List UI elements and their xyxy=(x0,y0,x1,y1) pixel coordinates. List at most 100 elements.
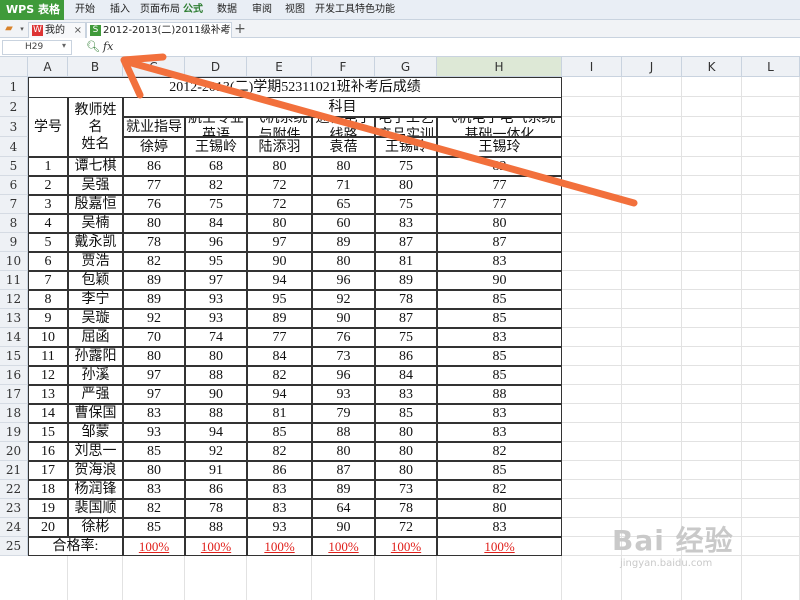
score-cell[interactable]: 80 xyxy=(375,461,437,480)
subject-name-cell[interactable]: 航空专业英语 xyxy=(185,117,247,137)
score-cell[interactable]: 83 xyxy=(437,518,562,537)
student-no-cell[interactable]: 12 xyxy=(28,366,68,385)
score-cell[interactable]: 83 xyxy=(123,480,185,499)
new-tab-button[interactable]: + xyxy=(234,20,246,38)
score-cell[interactable]: 65 xyxy=(312,195,375,214)
score-cell[interactable]: 94 xyxy=(185,423,247,442)
student-no-cell[interactable]: 1 xyxy=(28,157,68,176)
select-all-corner[interactable] xyxy=(0,57,28,77)
score-cell[interactable]: 78 xyxy=(185,499,247,518)
score-cell[interactable]: 79 xyxy=(312,404,375,423)
subject-name-cell[interactable]: 电子工艺产品实训 xyxy=(375,117,437,137)
score-cell[interactable]: 76 xyxy=(123,195,185,214)
insert-function-button[interactable]: fx xyxy=(103,40,113,54)
student-no-cell[interactable]: 8 xyxy=(28,290,68,309)
score-cell[interactable]: 83 xyxy=(437,404,562,423)
score-cell[interactable]: 92 xyxy=(312,290,375,309)
row-header-21[interactable]: 21 xyxy=(0,461,28,480)
row-header-4[interactable]: 4 xyxy=(0,137,28,157)
student-name-cell[interactable]: 谭七棋 xyxy=(68,157,123,176)
student-name-cell[interactable]: 裴国顺 xyxy=(68,499,123,518)
pass-rate-cell[interactable]: 100% xyxy=(375,537,437,556)
row-header-16[interactable]: 16 xyxy=(0,366,28,385)
score-cell[interactable]: 88 xyxy=(312,423,375,442)
score-cell[interactable]: 73 xyxy=(312,347,375,366)
score-cell[interactable]: 76 xyxy=(312,328,375,347)
subject-teacher-cell[interactable]: 王锡岭 xyxy=(375,137,437,157)
student-name-cell[interactable]: 贾浩 xyxy=(68,252,123,271)
row-header-6[interactable]: 6 xyxy=(0,176,28,195)
score-cell[interactable]: 80 xyxy=(312,442,375,461)
menu-4[interactable]: 公式 xyxy=(183,0,203,20)
row-header-1[interactable]: 1 xyxy=(0,77,28,97)
score-cell[interactable]: 60 xyxy=(312,214,375,233)
subject-name-cell[interactable]: 就业指导 xyxy=(123,117,185,137)
score-cell[interactable]: 72 xyxy=(247,176,312,195)
score-cell[interactable]: 94 xyxy=(247,385,312,404)
column-header-g[interactable]: G xyxy=(375,57,437,77)
row-header-25[interactable]: 25 xyxy=(0,537,28,556)
sheet-title-cell[interactable]: 2012-2013(二)学期52311021班补考后成绩 xyxy=(28,77,562,97)
score-cell[interactable]: 83 xyxy=(247,499,312,518)
pass-rate-cell[interactable]: 100% xyxy=(437,537,562,556)
score-cell[interactable]: 78 xyxy=(123,233,185,252)
score-cell[interactable]: 82 xyxy=(437,480,562,499)
score-cell[interactable]: 89 xyxy=(123,271,185,290)
pass-rate-cell[interactable]: 100% xyxy=(185,537,247,556)
score-cell[interactable]: 82 xyxy=(185,176,247,195)
score-cell[interactable]: 83 xyxy=(375,385,437,404)
tab-my-wps[interactable]: W我的WPS× xyxy=(28,22,86,52)
student-no-cell[interactable]: 18 xyxy=(28,480,68,499)
column-header-k[interactable]: K xyxy=(682,57,742,77)
menu-1[interactable]: 开始 xyxy=(75,0,95,20)
student-name-cell[interactable]: 戴永凯 xyxy=(68,233,123,252)
score-cell[interactable]: 90 xyxy=(312,518,375,537)
score-cell[interactable]: 96 xyxy=(185,233,247,252)
score-cell[interactable]: 84 xyxy=(247,347,312,366)
student-name-cell[interactable]: 贺海浪 xyxy=(68,461,123,480)
score-cell[interactable]: 80 xyxy=(247,157,312,176)
menu-3[interactable]: 页面布局 xyxy=(140,0,180,20)
score-cell[interactable]: 83 xyxy=(375,214,437,233)
score-cell[interactable]: 73 xyxy=(375,480,437,499)
menu-2[interactable]: 插入 xyxy=(110,0,130,20)
open-folder-icon[interactable]: ▰ xyxy=(3,23,15,35)
student-no-header-cell[interactable]: 学号 xyxy=(28,97,68,157)
subject-teacher-cell[interactable]: 徐婷 xyxy=(123,137,185,157)
score-cell[interactable]: 86 xyxy=(123,157,185,176)
score-cell[interactable]: 82 xyxy=(123,499,185,518)
student-no-cell[interactable]: 9 xyxy=(28,309,68,328)
score-cell[interactable]: 80 xyxy=(123,347,185,366)
column-header-d[interactable]: D xyxy=(185,57,247,77)
score-cell[interactable]: 85 xyxy=(437,309,562,328)
score-cell[interactable]: 87 xyxy=(437,233,562,252)
student-no-cell[interactable]: 13 xyxy=(28,385,68,404)
score-cell[interactable]: 97 xyxy=(123,366,185,385)
row-header-24[interactable]: 24 xyxy=(0,518,28,537)
student-no-cell[interactable]: 20 xyxy=(28,518,68,537)
score-cell[interactable]: 85 xyxy=(437,347,562,366)
score-cell[interactable]: 90 xyxy=(185,385,247,404)
row-header-22[interactable]: 22 xyxy=(0,480,28,499)
score-cell[interactable]: 89 xyxy=(123,290,185,309)
score-cell[interactable]: 78 xyxy=(375,290,437,309)
row-header-20[interactable]: 20 xyxy=(0,442,28,461)
formula-input[interactable] xyxy=(120,40,796,55)
student-no-cell[interactable]: 17 xyxy=(28,461,68,480)
student-no-cell[interactable]: 5 xyxy=(28,233,68,252)
score-cell[interactable]: 96 xyxy=(312,366,375,385)
score-cell[interactable]: 86 xyxy=(185,480,247,499)
score-cell[interactable]: 80 xyxy=(375,442,437,461)
student-name-cell[interactable]: 吴楠 xyxy=(68,214,123,233)
score-cell[interactable]: 83 xyxy=(437,328,562,347)
name-box-dropdown-icon[interactable]: ▾ xyxy=(62,41,66,50)
column-header-b[interactable]: B xyxy=(68,57,123,77)
row-header-3[interactable]: 3 xyxy=(0,117,28,137)
menu-6[interactable]: 审阅 xyxy=(252,0,272,20)
student-name-cell[interactable]: 孙露阳 xyxy=(68,347,123,366)
menu-5[interactable]: 数据 xyxy=(217,0,237,20)
score-cell[interactable]: 89 xyxy=(312,480,375,499)
subject-name-cell[interactable]: 通信电子线路 xyxy=(312,117,375,137)
student-name-cell[interactable]: 吴强 xyxy=(68,176,123,195)
teacher-name-header-cell[interactable]: 教师姓名 姓名 xyxy=(68,97,123,157)
